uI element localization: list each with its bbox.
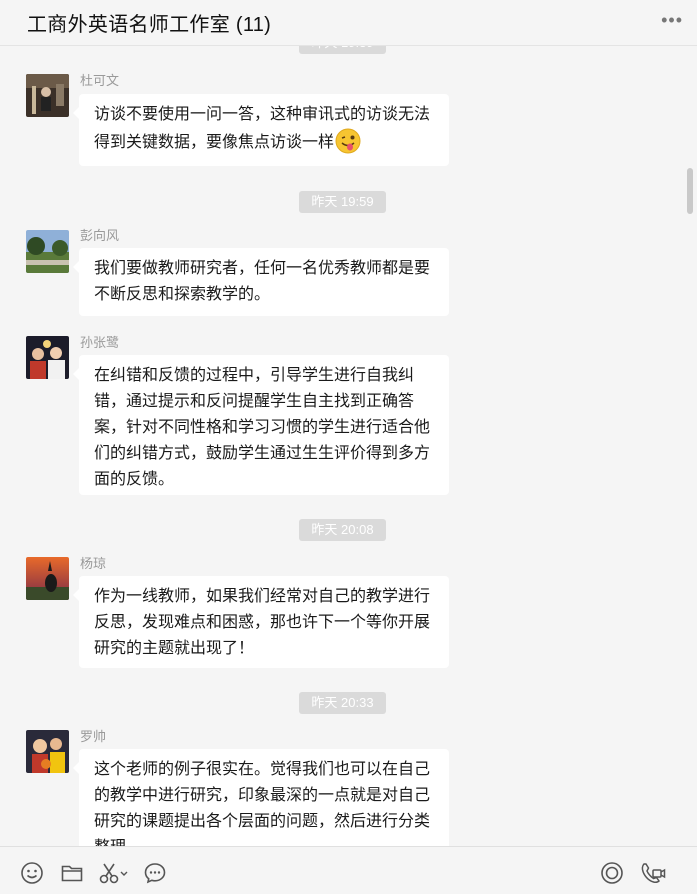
emoji-icon[interactable] (20, 861, 44, 885)
timestamp: 昨天 19:59 (299, 191, 386, 213)
folder-icon[interactable] (60, 861, 84, 885)
sender-name: 孙张鹭 (80, 335, 120, 350)
timestamp: 昨天 20:33 (299, 692, 386, 714)
timestamp: 昨天 19:39 (299, 46, 386, 54)
message-bubble[interactable]: 作为一线教师，如果我们经常对自己的教学进行反思，发现难点和困惑，那也许下一个等你… (73, 576, 449, 668)
avatar[interactable] (26, 74, 69, 117)
message-text: 作为一线教师，如果我们经常对自己的教学进行反思，发现难点和困惑，那也许下一个等你… (94, 588, 431, 657)
message-text: 在纠错和反馈的过程中，引导学生进行自我纠错，通过提示和反问提醒学生自主找到正确答… (94, 367, 431, 488)
message-list[interactable]: 昨天 19:39 杜可文 访谈不要使用一问一答，这种审讯式的访谈无法得到关键数据… (0, 46, 697, 846)
input-toolbar (0, 846, 697, 894)
avatar[interactable] (26, 336, 69, 379)
sender-name: 彭向风 (80, 228, 120, 243)
live-icon[interactable] (600, 861, 624, 885)
message-text: 这个老师的例子很实在。觉得我们也可以在自己的教学中进行研究，印象最深的一点就是对… (94, 761, 431, 846)
avatar[interactable] (26, 230, 69, 273)
sender-name: 杜可文 (80, 73, 120, 88)
chat-title: 工商外英语名师工作室 (11) (27, 14, 272, 36)
message-bubble[interactable]: 这个老师的例子很实在。觉得我们也可以在自己的教学中进行研究，印象最深的一点就是对… (73, 749, 449, 846)
message-bubble[interactable]: 我们要做教师研究者，任何一名优秀教师都是要不断反思和探索教学的。 (73, 248, 449, 316)
message-text: 访谈不要使用一问一答，这种审讯式的访谈无法得到关键数据，要像焦点访谈一样 (94, 106, 431, 151)
chat-header: 工商外英语名师工作室 (11) ••• (0, 0, 697, 46)
sender-name: 罗帅 (80, 729, 107, 744)
avatar[interactable] (26, 557, 69, 600)
message-text: 我们要做教师研究者，任何一名优秀教师都是要不断反思和探索教学的。 (94, 260, 431, 303)
message-bubble[interactable]: 访谈不要使用一问一答，这种审讯式的访谈无法得到关键数据，要像焦点访谈一样 (73, 94, 449, 166)
avatar[interactable] (26, 730, 69, 773)
chat-bubble-icon[interactable] (143, 861, 167, 885)
timestamp: 昨天 20:08 (299, 519, 386, 541)
message-bubble[interactable]: 在纠错和反馈的过程中，引导学生进行自我纠错，通过提示和反问提醒学生自主找到正确答… (73, 355, 449, 495)
scrollbar-thumb[interactable] (687, 168, 693, 214)
sender-name: 杨琼 (80, 556, 107, 571)
winking-face-tongue-emoji (335, 128, 361, 154)
scissors-icon[interactable] (98, 861, 128, 885)
more-dots-icon[interactable]: ••• (661, 10, 683, 31)
video-call-icon[interactable] (640, 861, 666, 885)
